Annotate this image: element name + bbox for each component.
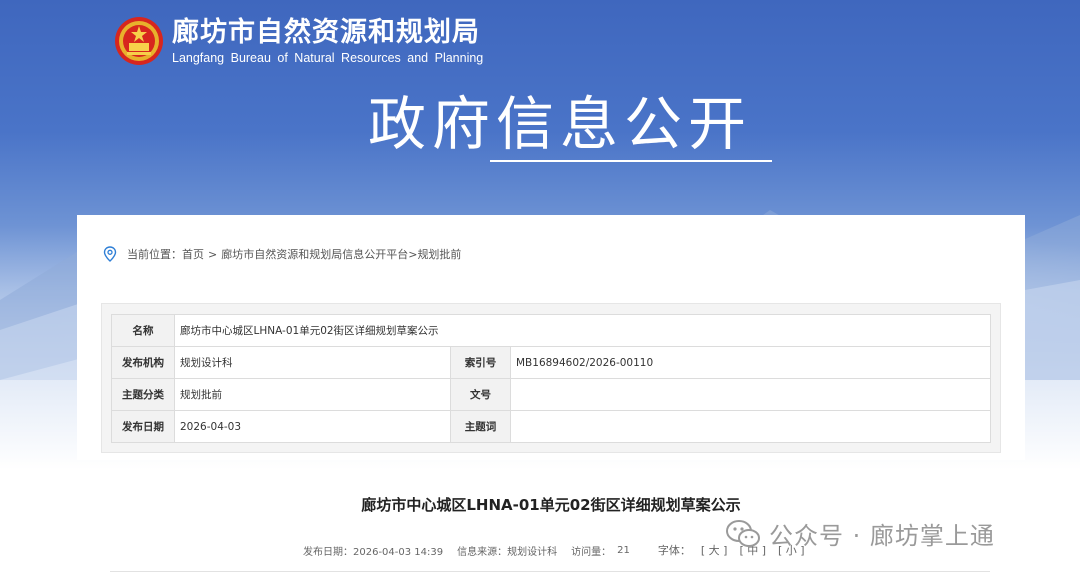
- site-logo[interactable]: 廊坊市自然资源和规划局 Langfang Bureau of Natural R…: [114, 16, 483, 66]
- breadcrumb-separator: >: [208, 247, 218, 261]
- breadcrumb: 当前位置： 首页 > 廊坊市自然资源和规划局信息公开平台 > 规划批前: [103, 245, 461, 263]
- national-emblem-icon: [115, 17, 163, 65]
- article-title: 廊坊市中心城区LHNA-01单元02街区详细规划草案公示: [361, 496, 741, 514]
- keyword-value: [510, 410, 991, 443]
- org-name-en: Langfang Bureau of Natural Resources and…: [172, 50, 484, 65]
- views-label: 访问量：: [571, 546, 612, 558]
- breadcrumb-current[interactable]: 规划批前: [417, 246, 461, 262]
- table-row: 主题分类 规划批前 文号: [111, 378, 991, 411]
- font-size-label: 字体：: [657, 544, 691, 557]
- table-row: 发布机构 规划设计科 索引号 MB16894602/2026-00110: [111, 346, 991, 379]
- location-pin-icon: [103, 246, 117, 262]
- font-large-button[interactable]: [ 大 ]: [701, 542, 728, 558]
- breadcrumb-home[interactable]: 首页: [182, 246, 204, 262]
- watermark-text: 公众号 · 廊坊掌上通: [769, 522, 995, 550]
- views-count: 21: [617, 544, 630, 556]
- name-value: 廊坊市中心城区LHNA-01单元02街区详细规划草案公示: [174, 314, 991, 347]
- table-row: 名称 廊坊市中心城区LHNA-01单元02街区详细规划草案公示: [111, 314, 991, 347]
- breadcrumb-platform[interactable]: 廊坊市自然资源和规划局信息公开平台: [221, 246, 408, 262]
- docno-label: 文号: [450, 378, 511, 411]
- org-name-cn: 廊坊市自然资源和规划局: [172, 16, 480, 48]
- index-value: MB16894602/2026-00110: [510, 346, 991, 379]
- breadcrumb-separator: >: [408, 247, 418, 261]
- name-label: 名称: [111, 314, 175, 347]
- title-underline: [490, 160, 772, 162]
- watermark: 公众号 · 廊坊掌上通: [725, 516, 995, 551]
- table-row: 发布日期 2026-04-03 主题词: [111, 410, 991, 443]
- date-value: 2026-04-03: [174, 410, 451, 443]
- index-label: 索引号: [450, 346, 511, 379]
- publisher-label: 发布机构: [111, 346, 175, 379]
- section-title: 政府信息公开: [368, 90, 753, 158]
- wechat-icon: [726, 519, 760, 547]
- publish-date: 发布日期：2026-04-03 14:39: [303, 546, 444, 558]
- date-label: 发布日期: [111, 410, 175, 443]
- metadata-table: 名称 廊坊市中心城区LHNA-01单元02街区详细规划草案公示 发布机构 规划设…: [111, 314, 991, 443]
- category-value: 规划批前: [174, 378, 451, 411]
- publisher-value: 规划设计科: [174, 346, 451, 379]
- category-label: 主题分类: [111, 378, 175, 411]
- info-source: 信息来源：规划设计科: [457, 546, 558, 558]
- divider: [110, 571, 990, 572]
- breadcrumb-prefix: 当前位置：: [127, 248, 182, 261]
- keyword-label: 主题词: [450, 410, 511, 443]
- docno-value: [510, 378, 991, 411]
